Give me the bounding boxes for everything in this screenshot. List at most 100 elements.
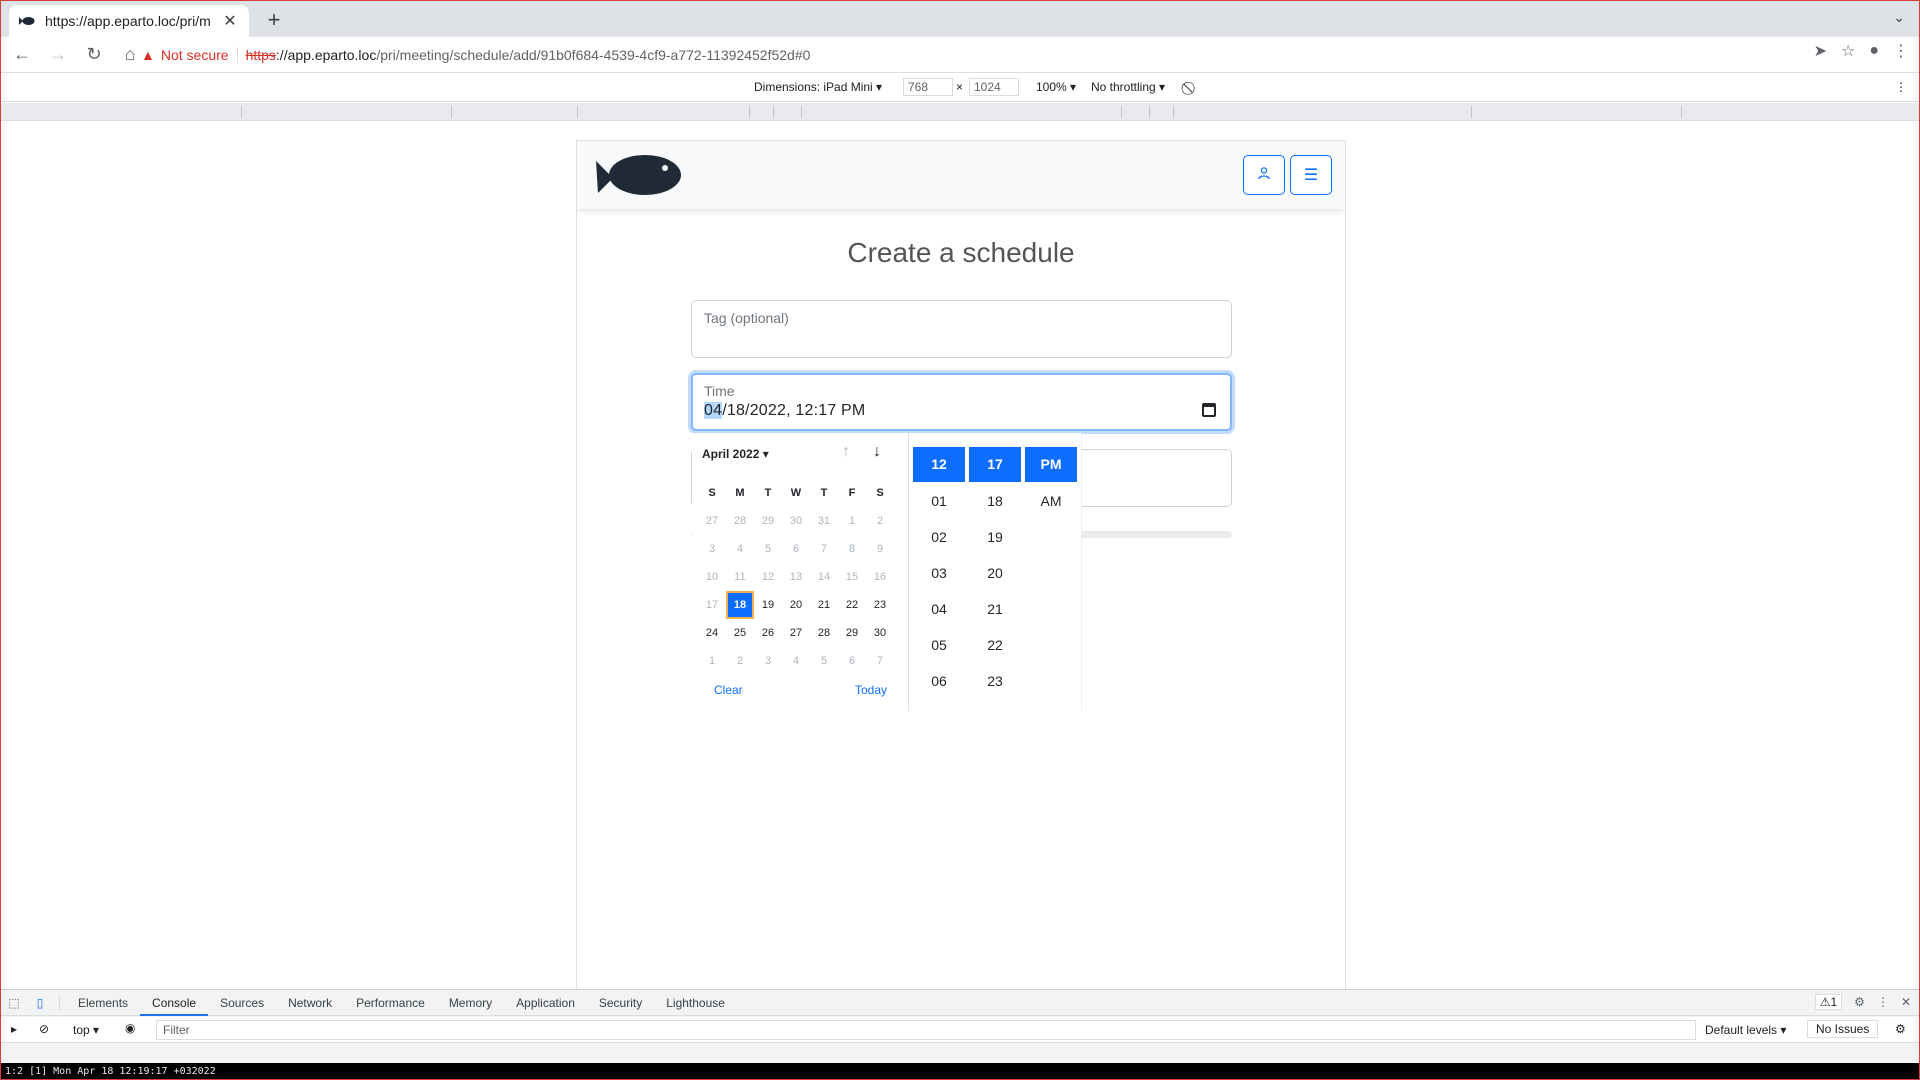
minute-option[interactable]: 20 bbox=[969, 555, 1021, 591]
hamburger-icon: ☰ bbox=[1303, 167, 1319, 184]
security-indicator[interactable]: ▲ Not secure bbox=[141, 47, 238, 63]
console-settings-gear-icon[interactable]: ⚙ bbox=[1895, 1022, 1906, 1036]
tab-search-chevron-icon[interactable]: ⌄ bbox=[1893, 9, 1905, 26]
tab-close-icon[interactable]: ✕ bbox=[221, 11, 239, 31]
time-month-segment[interactable]: 04 bbox=[704, 402, 723, 419]
throttling-select[interactable]: No throttling ▾ bbox=[1091, 80, 1165, 94]
menu-toggle-button[interactable]: ☰ bbox=[1290, 155, 1332, 195]
calendar-day[interactable]: 26 bbox=[754, 619, 782, 647]
calendar-day[interactable]: 24 bbox=[698, 619, 726, 647]
calendar-day[interactable]: 22 bbox=[838, 591, 866, 619]
calendar-day: 11 bbox=[734, 571, 746, 583]
clear-console-icon[interactable]: ⊘ bbox=[39, 1022, 49, 1036]
browser-window: https://app.eparto.loc/pri/m ✕ + ⌄ ← → ↻… bbox=[0, 0, 1920, 1080]
datetime-picker: April 2022 ▾ ↑ ↓ S M T W T F S 27 28 29 30 31 1 2 3 4 5 6… bbox=[692, 433, 1082, 711]
zoom-select[interactable]: 100% ▾ bbox=[1036, 80, 1076, 94]
calendar-day[interactable]: 25 bbox=[726, 619, 754, 647]
minute-option[interactable]: 19 bbox=[969, 519, 1021, 555]
selected-minute[interactable]: 17 bbox=[969, 447, 1021, 482]
new-tab-button[interactable]: + bbox=[261, 7, 287, 33]
time-rest-segment[interactable]: /18/2022, 12:17 PM bbox=[722, 402, 865, 419]
calendar-day: 8 bbox=[848, 543, 856, 555]
profile-avatar-icon[interactable]: ● bbox=[1869, 42, 1879, 60]
hour-option[interactable]: 04 bbox=[913, 591, 965, 627]
hour-option[interactable]: 06 bbox=[913, 663, 965, 699]
forward-arrow-icon[interactable]: → bbox=[43, 40, 73, 70]
browser-menu-icon[interactable]: ⋮ bbox=[1893, 41, 1909, 61]
hour-option[interactable]: 01 bbox=[913, 483, 965, 519]
tag-input-label: Tag (optional) bbox=[704, 310, 789, 326]
calendar-day[interactable]: 23 bbox=[866, 591, 894, 619]
prev-month-arrow-icon[interactable]: ↑ bbox=[842, 443, 850, 461]
calendar-day[interactable]: 21 bbox=[810, 591, 838, 619]
calendar-icon[interactable] bbox=[1202, 403, 1216, 417]
calendar-day[interactable]: 20 bbox=[782, 591, 810, 619]
meridiem-option[interactable]: AM bbox=[1025, 483, 1077, 519]
issues-button[interactable]: No Issues bbox=[1807, 1020, 1879, 1038]
devtools-tab-network[interactable]: Network bbox=[276, 990, 344, 1016]
warning-count-badge[interactable]: ⚠1 bbox=[1814, 994, 1843, 1010]
devtools-tab-performance[interactable]: Performance bbox=[344, 990, 437, 1016]
time-input-value[interactable]: 04/18/2022, 12:17 PM bbox=[704, 402, 865, 420]
tab-title: https://app.eparto.loc/pri/m bbox=[45, 13, 211, 29]
calendar-day[interactable]: 27 bbox=[782, 619, 810, 647]
devtools-tab-sources[interactable]: Sources bbox=[208, 990, 276, 1016]
system-status-bar: 1:2 [1] Mon Apr 18 12:19:17 +032022 bbox=[1, 1063, 1919, 1079]
selected-meridiem[interactable]: PM bbox=[1025, 447, 1077, 482]
minute-column: 17 18 19 20 21 22 23 bbox=[969, 447, 1021, 699]
minute-option[interactable]: 23 bbox=[969, 663, 1021, 699]
fish-logo-icon[interactable] bbox=[595, 151, 685, 206]
reload-icon[interactable]: ↻ bbox=[79, 40, 109, 70]
devtools-tab-list: Elements Console Sources Network Performance… bbox=[66, 990, 737, 1016]
minute-option[interactable]: 22 bbox=[969, 627, 1021, 663]
tag-input[interactable]: Tag (optional) bbox=[691, 300, 1232, 358]
calendar-day: 4 bbox=[736, 543, 744, 555]
next-month-arrow-icon[interactable]: ↓ bbox=[873, 443, 881, 461]
eye-icon[interactable]: ◉ bbox=[125, 1021, 135, 1035]
console-filter-input[interactable]: Filter bbox=[156, 1020, 1696, 1040]
calendar-day[interactable]: 29 bbox=[838, 619, 866, 647]
devtools-tab-application[interactable]: Application bbox=[504, 990, 587, 1016]
calendar-day: 28 bbox=[733, 515, 747, 527]
weekday-header: F bbox=[848, 487, 856, 499]
calendar-day[interactable]: 19 bbox=[754, 591, 782, 619]
calendar-day[interactable]: 30 bbox=[866, 619, 894, 647]
calendar-day[interactable]: 28 bbox=[810, 619, 838, 647]
settings-gear-icon[interactable]: ⚙ bbox=[1854, 995, 1865, 1009]
device-height-input[interactable]: 1024 bbox=[969, 78, 1019, 96]
hour-option[interactable]: 03 bbox=[913, 555, 965, 591]
time-input[interactable]: Time 04/18/2022, 12:17 PM bbox=[691, 373, 1232, 431]
hour-option[interactable]: 02 bbox=[913, 519, 965, 555]
user-profile-button[interactable] bbox=[1243, 155, 1285, 195]
device-dimensions-select[interactable]: Dimensions: iPad Mini ▾ bbox=[754, 80, 882, 94]
hour-option[interactable]: 05 bbox=[913, 627, 965, 663]
devtools-tab-elements[interactable]: Elements bbox=[66, 990, 140, 1016]
selected-hour[interactable]: 12 bbox=[913, 447, 965, 482]
address-bar[interactable]: ▲ Not secure https://app.eparto.loc/pri/… bbox=[141, 41, 1819, 69]
device-toggle-icon[interactable]: ▯ bbox=[27, 996, 53, 1010]
devtools-tab-memory[interactable]: Memory bbox=[437, 990, 504, 1016]
device-toolbar-menu-icon[interactable]: ⋮ bbox=[1895, 80, 1907, 94]
device-width-input[interactable]: 768 bbox=[903, 78, 953, 96]
inspect-element-icon[interactable]: ⬚ bbox=[1, 996, 27, 1010]
devtools-menu-icon[interactable]: ⋮ bbox=[1877, 995, 1889, 1009]
close-devtools-icon[interactable]: ✕ bbox=[1901, 995, 1911, 1009]
devtools-tab-console[interactable]: Console bbox=[140, 990, 209, 1016]
fish-favicon-icon bbox=[19, 13, 35, 29]
sidebar-toggle-icon[interactable]: ▸ bbox=[11, 1022, 17, 1036]
browser-tab[interactable]: https://app.eparto.loc/pri/m ✕ bbox=[9, 5, 249, 37]
today-button[interactable]: Today bbox=[855, 683, 887, 697]
minute-option[interactable]: 18 bbox=[969, 483, 1021, 519]
minute-option[interactable]: 21 bbox=[969, 591, 1021, 627]
devtools-tab-lighthouse[interactable]: Lighthouse bbox=[654, 990, 737, 1016]
media-query-ruler[interactable] bbox=[1, 103, 1919, 121]
clear-button[interactable]: Clear bbox=[714, 683, 743, 697]
month-select[interactable]: April 2022 ▾ bbox=[702, 447, 769, 461]
selected-day[interactable]: 18 bbox=[726, 591, 754, 619]
context-select[interactable]: top ▾ bbox=[73, 1023, 99, 1037]
bookmark-star-icon[interactable]: ☆ bbox=[1841, 41, 1855, 61]
log-levels-select[interactable]: Default levels ▾ bbox=[1705, 1023, 1786, 1037]
devtools-tab-security[interactable]: Security bbox=[587, 990, 654, 1016]
back-arrow-icon[interactable]: ← bbox=[7, 40, 37, 70]
send-icon[interactable]: ➤ bbox=[1814, 41, 1827, 61]
